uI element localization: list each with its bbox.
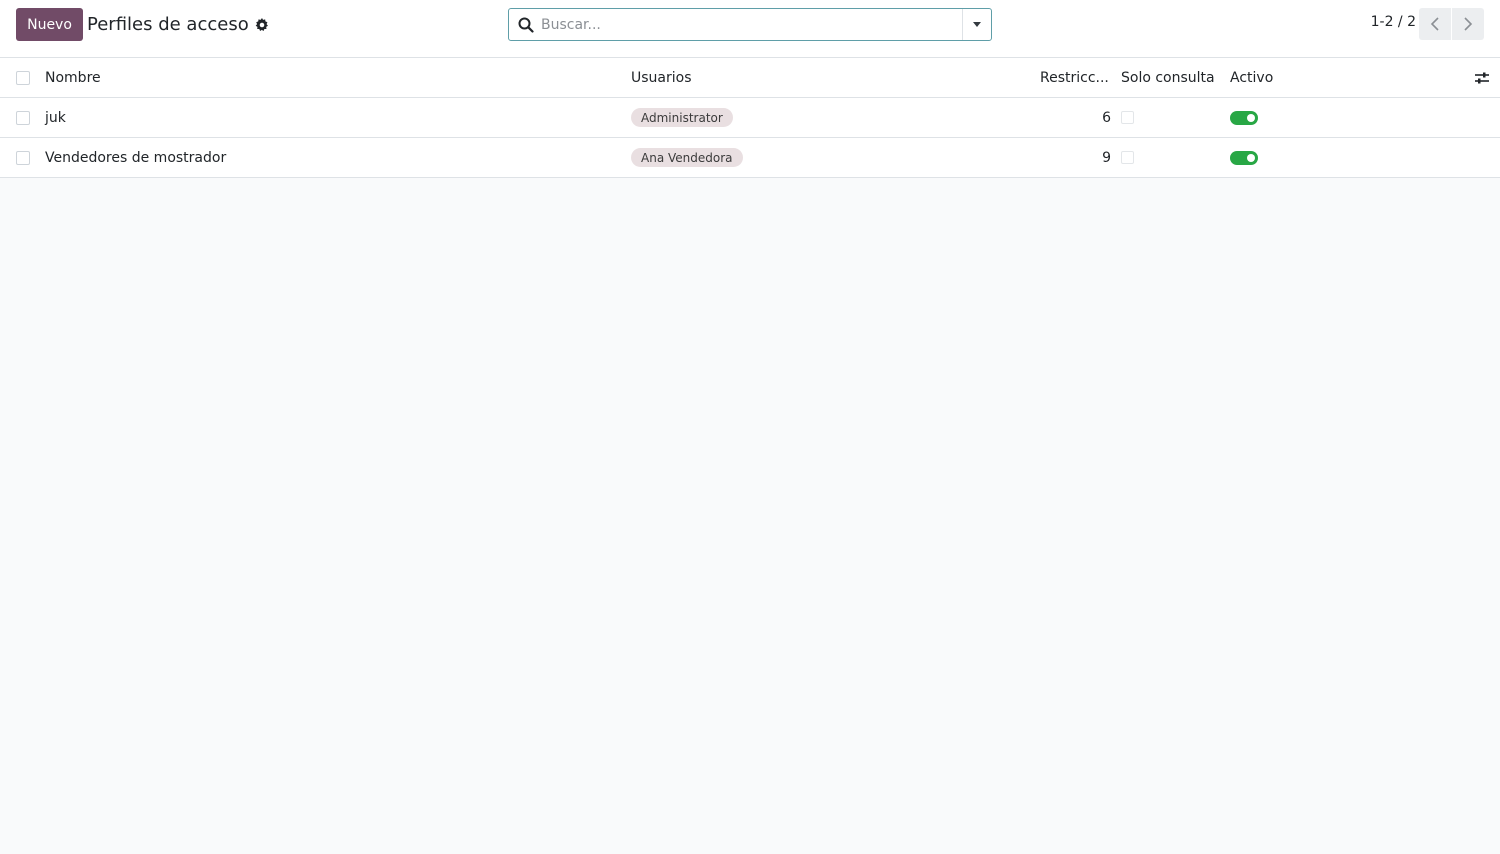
row-select-cell [16,138,30,177]
list-header: Nombre Usuarios Restricc... Solo consult… [0,58,1500,98]
row-name: Vendedores de mostrador [45,149,227,166]
pager-next-button[interactable] [1452,8,1484,40]
chevron-left-icon [1430,17,1439,31]
row-name: juk [45,109,66,126]
row-active [1230,138,1258,177]
row-checkbox[interactable] [16,150,30,165]
row-select-cell [16,98,30,137]
caret-down-icon [973,22,981,27]
active-toggle[interactable] [1230,110,1258,125]
row-active [1230,98,1258,137]
column-header-readonly[interactable]: Solo consulta [1121,58,1215,97]
active-toggle[interactable] [1230,150,1258,165]
row-checkbox[interactable] [16,110,30,125]
search-icon [518,17,534,33]
search-input[interactable] [541,13,961,36]
table-row[interactable]: juk Administrator 6 [0,98,1500,138]
new-button[interactable]: Nuevo [16,8,83,41]
select-all-checkbox[interactable] [16,70,30,85]
column-header-users[interactable]: Usuarios [631,58,692,97]
column-settings-icon [1475,72,1489,83]
row-restrictions: 6 [1102,109,1111,126]
row-users: Ana Vendedora [631,138,743,177]
search-options-toggle[interactable] [962,9,991,40]
list-view: Nombre Usuarios Restricc... Solo consult… [0,58,1500,178]
page-title: Perfiles de acceso [87,13,249,35]
column-settings-button[interactable] [1475,58,1489,97]
select-all-cell [16,58,30,97]
row-restrictions: 9 [1102,149,1111,166]
row-users: Administrator [631,98,733,137]
readonly-checkbox[interactable] [1121,151,1134,164]
pager-previous-button[interactable] [1419,8,1451,40]
user-tag: Ana Vendedora [631,148,743,167]
table-row[interactable]: Vendedores de mostrador Ana Vendedora 9 [0,138,1500,178]
gear-icon[interactable] [255,17,269,32]
search-bar [508,8,992,41]
control-panel: Nuevo Perfiles de acceso 1-2 / 2 [0,0,1500,58]
row-readonly [1121,138,1134,177]
column-header-restrictions[interactable]: Restricc... [1040,58,1109,97]
user-tag: Administrator [631,108,733,127]
pager-value[interactable]: 1-2 / 2 [1360,14,1416,30]
row-readonly [1121,98,1134,137]
readonly-checkbox[interactable] [1121,111,1134,124]
column-header-name[interactable]: Nombre [45,58,101,97]
column-header-active[interactable]: Activo [1230,58,1273,97]
chevron-right-icon [1464,17,1473,31]
breadcrumb: Perfiles de acceso [87,11,269,37]
